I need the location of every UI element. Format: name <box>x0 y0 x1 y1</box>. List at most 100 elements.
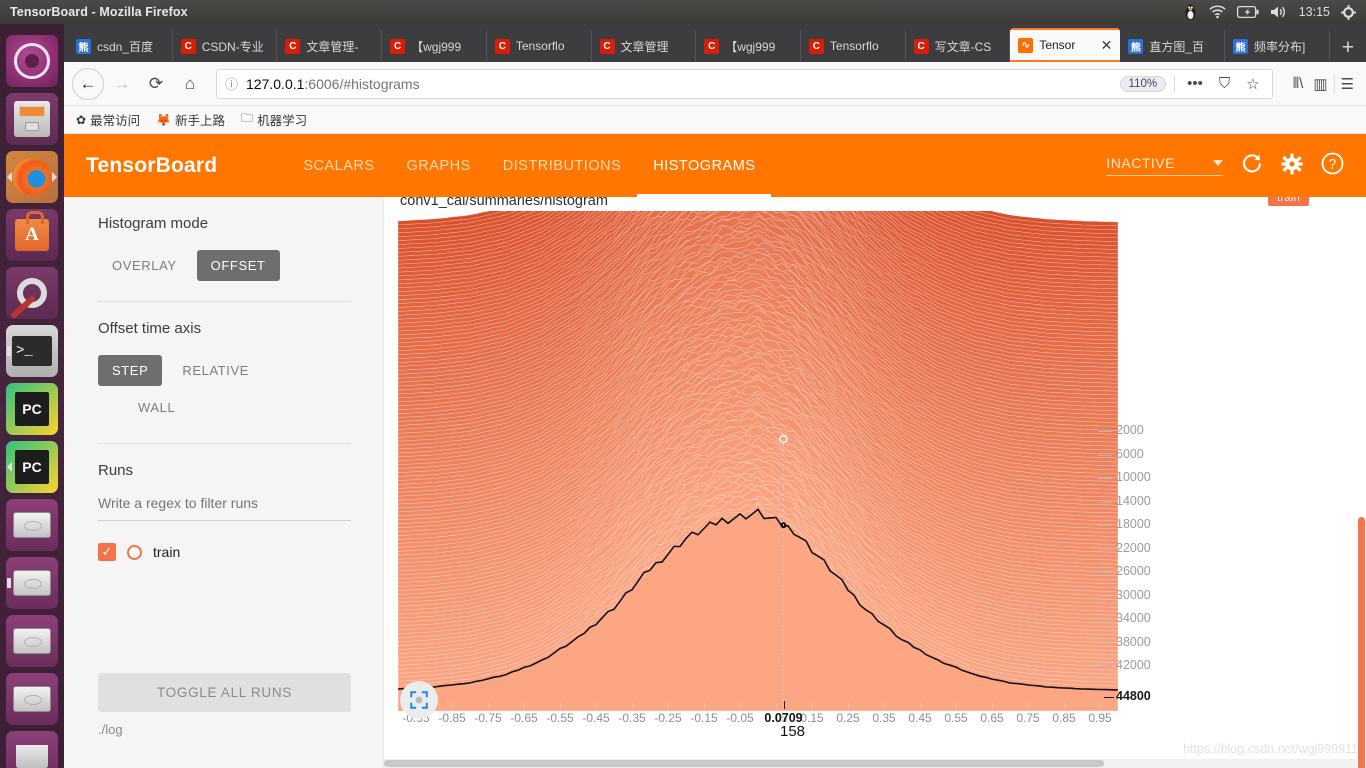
watermark: https://blog.csdn.net/wgj9999111 <box>1183 742 1364 756</box>
histogram-plot[interactable]: 158 200060001000014000180002200026000300… <box>398 211 1358 711</box>
x-axis-tick <box>884 703 885 708</box>
library-icon[interactable]: ⦀\ <box>1289 75 1308 92</box>
url-bar[interactable]: ⓘ 127.0.0.1:6006/#histograms 110% ••• ⛉ … <box>216 69 1273 99</box>
help-icon[interactable]: ? <box>1321 152 1344 179</box>
mode-overlay-button[interactable]: OVERLAY <box>98 250 191 281</box>
csdn-favicon-icon: C <box>704 39 719 54</box>
y-axis-tick-label: 2000 <box>1116 423 1144 437</box>
run-checkbox[interactable]: ✓ <box>98 543 116 561</box>
launcher-item-terminal[interactable]: >_ <box>6 325 58 377</box>
y-axis-highlight-label: 44800 <box>1116 689 1151 703</box>
launcher-item-pycharm-1[interactable]: PC <box>6 383 58 435</box>
tensorboard-body: Histogram mode OVERLAY OFFSET Offset tim… <box>64 197 1366 768</box>
y-axis-tick-label: 30000 <box>1116 588 1151 602</box>
launcher-item-system-settings[interactable] <box>6 267 58 319</box>
browser-tab[interactable]: CTensorflo <box>801 30 906 62</box>
browser-tab[interactable]: C文章管理 <box>592 30 697 62</box>
x-axis-tick-label: 0.75 <box>1016 711 1039 725</box>
launcher-item-disk-1[interactable] <box>6 499 58 551</box>
launcher-item-software-center[interactable]: A <box>6 209 58 261</box>
forward-button[interactable]: → <box>106 68 138 100</box>
launcher-item-files[interactable] <box>6 93 58 145</box>
horizontal-scrollbar-thumb[interactable] <box>384 760 1104 767</box>
browser-tab[interactable]: C写文章-CS <box>906 30 1011 62</box>
bookmark-getting-started[interactable]: 🦊新手上路 <box>156 110 225 129</box>
home-button[interactable]: ⌂ <box>174 68 206 100</box>
bookmark-label: 新手上路 <box>175 110 225 129</box>
run-item-train[interactable]: ✓ train <box>98 543 351 561</box>
browser-tab[interactable]: 熊csdn_百度 <box>68 30 173 62</box>
browser-tab-active[interactable]: ∿ Tensor ✕ <box>1010 28 1120 62</box>
toggle-all-runs-button[interactable]: TOGGLE ALL RUNS <box>98 673 351 712</box>
browser-tab-bar: 熊csdn_百度 CCSDN-专业 C文章管理- C【wgj999 CTenso… <box>64 24 1366 62</box>
tab-scalars[interactable]: SCALARS <box>287 134 390 197</box>
gear-icon[interactable] <box>1281 153 1303 179</box>
chart-title: conv1_cal/summaries/histogram <box>384 197 1354 209</box>
mode-offset-button[interactable]: OFFSET <box>197 250 280 281</box>
browser-tab[interactable]: C文章管理- <box>277 30 382 62</box>
url-text[interactable]: 127.0.0.1:6006/#histograms <box>246 76 1112 92</box>
tab-distributions[interactable]: DISTRIBUTIONS <box>487 134 637 197</box>
app-menu-icon[interactable]: ☰ <box>1337 75 1358 93</box>
sidebar-icon[interactable]: ▥ <box>1309 75 1331 93</box>
launcher-item-trash[interactable] <box>6 731 58 768</box>
run-filter-input[interactable] <box>98 491 351 521</box>
vertical-scrollbar[interactable] <box>1357 197 1366 768</box>
back-button[interactable]: ← <box>72 68 104 100</box>
browser-tab[interactable]: C【wgj999 <box>696 30 801 62</box>
site-info-icon[interactable]: ⓘ <box>225 74 238 93</box>
y-axis-tick-label: 18000 <box>1116 517 1151 531</box>
bookmark-star-icon[interactable]: ☆ <box>1242 75 1263 93</box>
page-actions-icon[interactable]: ••• <box>1183 75 1207 92</box>
tab-graphs[interactable]: GRAPHS <box>391 134 487 197</box>
system-clock[interactable]: 13:15 <box>1299 5 1330 19</box>
folder-icon: 🗀 <box>241 109 253 130</box>
time-wall-button[interactable]: WALL <box>124 392 189 423</box>
bookmark-most-visited[interactable]: ✿最常访问 <box>76 110 140 129</box>
x-axis-tick <box>920 703 921 708</box>
launcher-item-pycharm-2[interactable]: PC <box>6 441 58 493</box>
y-axis-tick-label: 42000 <box>1116 658 1151 672</box>
launcher-item-disk-3[interactable] <box>6 615 58 667</box>
vertical-scrollbar-thumb[interactable] <box>1358 517 1365 768</box>
launcher-item-disk-4[interactable] <box>6 673 58 725</box>
horizontal-scrollbar[interactable] <box>384 759 1357 768</box>
time-step-button[interactable]: STEP <box>98 355 162 386</box>
browser-tab[interactable]: 熊直方图_百 <box>1120 30 1225 62</box>
time-relative-button[interactable]: RELATIVE <box>168 355 263 386</box>
zoom-level-indicator[interactable]: 110% <box>1120 76 1167 92</box>
bookmark-label: 机器学习 <box>257 110 307 129</box>
x-axis-tick <box>812 703 813 708</box>
gear-wrench-icon <box>17 278 47 308</box>
hard-disk-icon <box>13 686 51 712</box>
url-path: :6006/#histograms <box>304 76 419 92</box>
browser-tab[interactable]: CCSDN-专业 <box>173 30 278 62</box>
tensorboard-logo[interactable]: TensorBoard <box>86 154 217 178</box>
close-tab-icon[interactable]: ✕ <box>1101 37 1113 54</box>
reload-button[interactable]: ⟳ <box>140 68 172 100</box>
browser-tab[interactable]: CTensorflo <box>487 30 592 62</box>
volume-icon[interactable] <box>1270 5 1288 19</box>
y-axis-tick <box>1098 643 1112 644</box>
inactive-status-dropdown[interactable]: INACTIVE <box>1106 155 1223 176</box>
browser-tab[interactable]: 熊频率分布] <box>1225 30 1330 62</box>
launcher-item-disk-2[interactable] <box>6 557 58 609</box>
penguin-icon[interactable] <box>1183 4 1198 20</box>
bookmark-machine-learning[interactable]: 🗀机器学习 <box>241 109 307 130</box>
x-axis-tick <box>1028 703 1029 708</box>
launcher-item-firefox[interactable] <box>6 151 58 203</box>
browser-tab[interactable]: C【wgj999 <box>382 30 487 62</box>
launcher-item-ubuntu-dash[interactable] <box>6 35 58 87</box>
x-axis-tick <box>560 703 561 708</box>
new-tab-button[interactable]: + <box>1330 37 1366 62</box>
expand-fullscreen-icon[interactable] <box>400 681 438 719</box>
refresh-icon[interactable] <box>1241 153 1263 179</box>
battery-icon[interactable] <box>1237 6 1259 18</box>
gear-icon[interactable] <box>1341 5 1356 20</box>
tab-label: 写文章-CS <box>935 38 992 55</box>
pocket-icon[interactable]: ⛉ <box>1215 75 1234 92</box>
y-axis-tick-label: 26000 <box>1116 564 1151 578</box>
hard-disk-icon <box>13 512 51 538</box>
tab-histograms[interactable]: HISTOGRAMS <box>637 134 771 197</box>
wifi-icon[interactable] <box>1209 5 1226 19</box>
